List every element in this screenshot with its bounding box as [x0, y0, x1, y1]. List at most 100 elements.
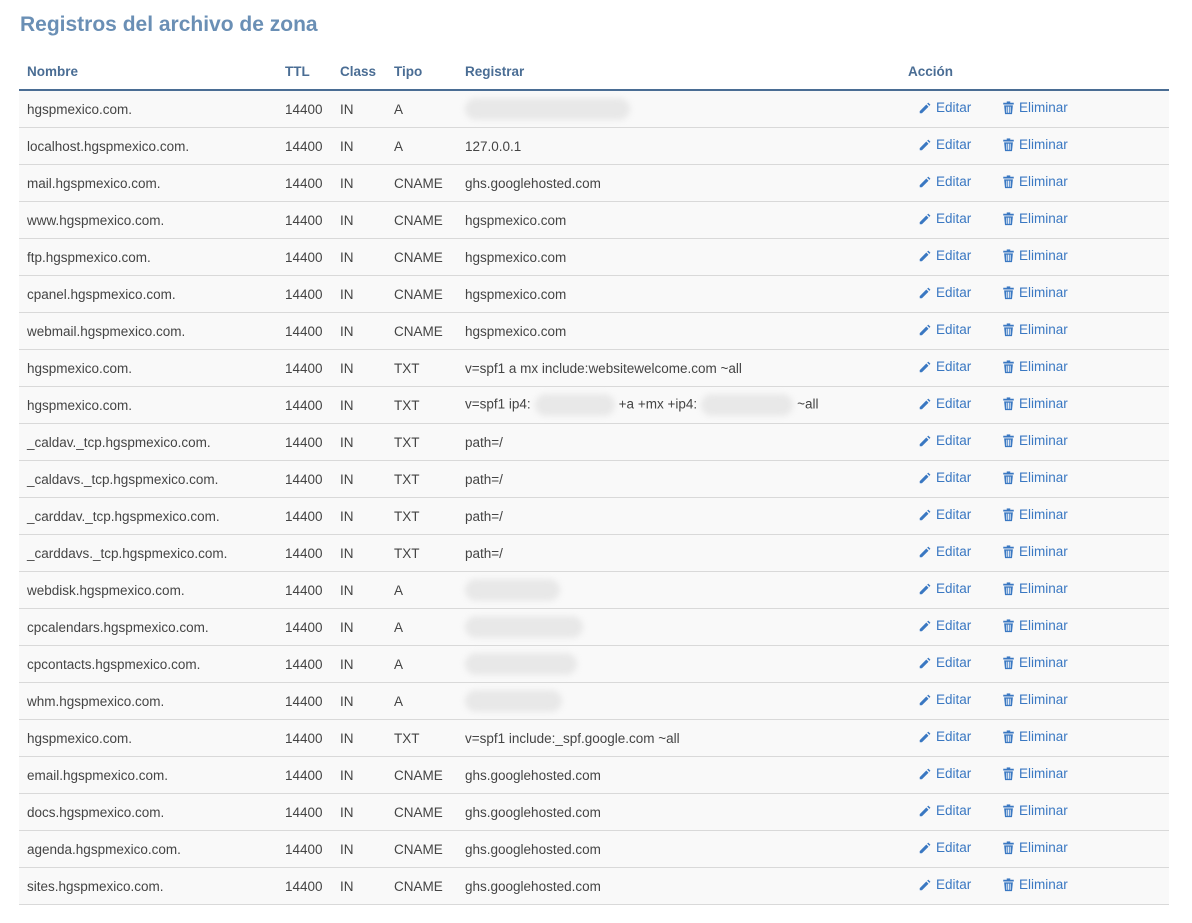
- delete-cell: Eliminar: [986, 423, 1170, 461]
- delete-button[interactable]: Eliminar: [1002, 618, 1068, 633]
- edit-button[interactable]: Editar: [918, 137, 971, 152]
- pencil-icon: [918, 619, 936, 633]
- record-type: CNAME: [386, 201, 457, 239]
- delete-button[interactable]: Eliminar: [1002, 211, 1068, 226]
- record-type: TXT: [386, 534, 457, 572]
- delete-button[interactable]: Eliminar: [1002, 396, 1068, 411]
- record-class: IN: [332, 497, 386, 535]
- table-row: ftp.hgspmexico.com. 14400 IN CNAME hgspmexic…: [19, 238, 1170, 276]
- record-name: mail.hgspmexico.com.: [19, 164, 277, 202]
- edit-button[interactable]: Editar: [918, 507, 971, 522]
- edit-button[interactable]: Editar: [918, 655, 971, 670]
- record-type: TXT: [386, 460, 457, 498]
- trash-icon: [1002, 693, 1019, 707]
- record-ttl: 14400: [277, 719, 332, 757]
- record-type: CNAME: [386, 793, 457, 831]
- edit-button[interactable]: Editar: [918, 174, 971, 189]
- edit-label: Editar: [936, 137, 972, 153]
- edit-button[interactable]: Editar: [918, 877, 971, 892]
- delete-cell: Eliminar: [986, 275, 1170, 313]
- delete-button[interactable]: Eliminar: [1002, 285, 1068, 300]
- record-type: A: [386, 571, 457, 609]
- delete-button[interactable]: Eliminar: [1002, 803, 1068, 818]
- edit-button[interactable]: Editar: [918, 544, 971, 559]
- record-data: ghs.googlehosted.com: [457, 756, 900, 794]
- edit-button[interactable]: Editar: [918, 248, 971, 263]
- record-name: _caldavs._tcp.hgspmexico.com.: [19, 460, 277, 498]
- delete-button[interactable]: Eliminar: [1002, 137, 1068, 152]
- delete-button[interactable]: Eliminar: [1002, 655, 1068, 670]
- edit-label: Editar: [936, 433, 972, 449]
- edit-label: Editar: [936, 285, 972, 301]
- edit-button[interactable]: Editar: [918, 470, 971, 485]
- delete-button[interactable]: Eliminar: [1002, 322, 1068, 337]
- trash-icon: [1002, 434, 1019, 448]
- record-data: ghs.googlehosted.com: [457, 867, 900, 905]
- delete-button[interactable]: Eliminar: [1002, 766, 1068, 781]
- edit-button[interactable]: Editar: [918, 729, 971, 744]
- delete-button[interactable]: Eliminar: [1002, 174, 1068, 189]
- trash-icon: [1002, 841, 1019, 855]
- delete-button[interactable]: Eliminar: [1002, 359, 1068, 374]
- edit-button[interactable]: Editar: [918, 692, 971, 707]
- edit-button[interactable]: Editar: [918, 803, 971, 818]
- record-data: hgspmexico.com: [457, 238, 900, 276]
- record-value: ghs.googlehosted.com: [465, 841, 601, 857]
- trash-icon: [1002, 101, 1019, 115]
- record-type: TXT: [386, 423, 457, 461]
- pencil-icon: [918, 323, 936, 337]
- edit-button[interactable]: Editar: [918, 211, 971, 226]
- record-ttl: 14400: [277, 534, 332, 572]
- edit-button[interactable]: Editar: [918, 322, 971, 337]
- record-type: A: [386, 645, 457, 683]
- edit-button[interactable]: Editar: [918, 433, 971, 448]
- record-value: ghs.googlehosted.com: [465, 767, 601, 783]
- record-class: IN: [332, 275, 386, 313]
- record-data: v=spf1 include:_spf.google.com ~all: [457, 719, 900, 757]
- delete-button[interactable]: Eliminar: [1002, 692, 1068, 707]
- pencil-icon: [918, 360, 936, 374]
- delete-cell: Eliminar: [986, 645, 1170, 683]
- edit-cell: Editar: [900, 238, 986, 276]
- record-data: path=/: [457, 534, 900, 572]
- redacted-value: [465, 98, 630, 120]
- record-part: +a +mx +ip4:: [618, 396, 698, 412]
- edit-button[interactable]: Editar: [918, 396, 971, 411]
- delete-label: Eliminar: [1019, 581, 1068, 597]
- delete-button[interactable]: Eliminar: [1002, 507, 1068, 522]
- edit-button[interactable]: Editar: [918, 766, 971, 781]
- delete-button[interactable]: Eliminar: [1002, 544, 1068, 559]
- edit-button[interactable]: Editar: [918, 359, 971, 374]
- table-row: _carddavs._tcp.hgspmexico.com. 14400 IN TXT…: [19, 534, 1170, 572]
- table-row: _caldavs._tcp.hgspmexico.com. 14400 IN TXT p…: [19, 460, 1170, 498]
- delete-button[interactable]: Eliminar: [1002, 729, 1068, 744]
- edit-button[interactable]: Editar: [918, 618, 971, 633]
- delete-label: Eliminar: [1019, 729, 1068, 745]
- delete-button[interactable]: Eliminar: [1002, 470, 1068, 485]
- edit-button[interactable]: Editar: [918, 581, 971, 596]
- edit-button[interactable]: Editar: [918, 285, 971, 300]
- table-row: email.hgspmexico.com. 14400 IN CNAME ghs.goo…: [19, 756, 1170, 794]
- record-data: path=/: [457, 497, 900, 535]
- delete-cell: Eliminar: [986, 867, 1170, 905]
- delete-button[interactable]: Eliminar: [1002, 840, 1068, 855]
- trash-icon: [1002, 508, 1019, 522]
- edit-label: Editar: [936, 766, 972, 782]
- record-class: IN: [332, 793, 386, 831]
- delete-button[interactable]: Eliminar: [1002, 581, 1068, 596]
- table-row: sites.hgspmexico.com. 14400 IN CNAME ghs.goo…: [19, 867, 1170, 905]
- record-value: path=/: [465, 471, 503, 487]
- record-data: hgspmexico.com: [457, 312, 900, 350]
- edit-button[interactable]: Editar: [918, 100, 971, 115]
- delete-button[interactable]: Eliminar: [1002, 877, 1068, 892]
- edit-button[interactable]: Editar: [918, 840, 971, 855]
- record-name: hgspmexico.com.: [19, 349, 277, 387]
- delete-button[interactable]: Eliminar: [1002, 433, 1068, 448]
- trash-icon: [1002, 767, 1019, 781]
- edit-cell: Editar: [900, 349, 986, 387]
- record-value: hgspmexico.com: [465, 249, 567, 265]
- delete-button[interactable]: Eliminar: [1002, 100, 1068, 115]
- edit-cell: Editar: [900, 793, 986, 831]
- pencil-icon: [918, 804, 936, 818]
- delete-button[interactable]: Eliminar: [1002, 248, 1068, 263]
